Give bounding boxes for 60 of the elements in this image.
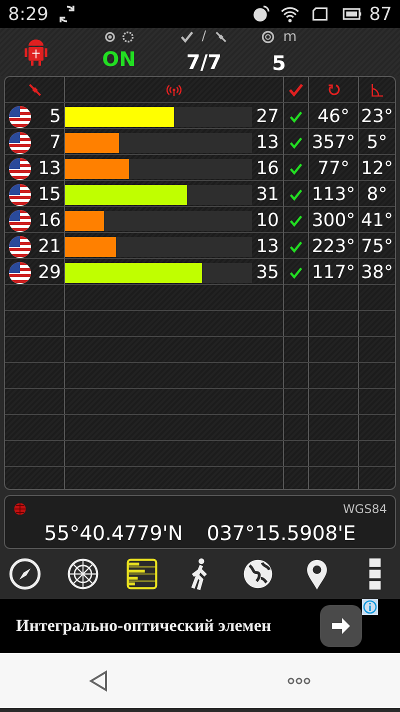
battery-level-text: 87 [369,2,392,26]
accuracy-text: 5 [272,50,286,76]
signal-value-text: 16 [256,157,279,181]
wifi-icon [279,4,302,24]
elevation-text: 12° [361,157,393,181]
slash-text: / [202,28,206,46]
signal-value-text: 35 [256,261,279,285]
signal-value-text: 31 [256,183,279,207]
unit-text: m [283,28,297,46]
signal-value-text: 10 [256,209,279,233]
compass-icon[interactable] [8,557,42,591]
flag-icon [8,208,32,232]
flag-icon [8,156,32,180]
elevation-text: 75° [361,235,393,259]
flag-icon [8,104,32,128]
signal-value-text: 27 [256,105,279,129]
datum-text: WGS84 [342,501,387,518]
fix-status-text: ON [102,46,136,73]
satellite-number-text: 15 [38,183,61,207]
checkmark-icon [288,82,304,98]
crosshair-icon [103,30,117,44]
longitude-text: 037°15.5908'E [206,520,356,547]
elevation-text: 8° [366,183,388,207]
elevation-text: 38° [361,261,393,285]
satellite-number-text: 13 [38,157,61,181]
satellite-icon [214,30,228,44]
signal-chart-icon[interactable] [124,557,159,591]
satellite-number-text: 29 [38,261,61,285]
azimuth-text: 357° [312,131,356,155]
latitude-text: 55°40.4779'N [44,520,183,547]
azimuth-text: 300° [312,209,356,233]
globe-icon [13,502,27,516]
flag-icon [8,234,32,258]
signal-value-text: 13 [256,131,279,155]
azimuth-text: 77° [318,157,350,181]
satellite-number-text: 7 [50,131,61,155]
satellite-number-text: 5 [50,105,61,129]
azimuth-text: 223° [312,235,356,259]
elevation-text: 23° [361,105,393,129]
rotate-icon [326,82,342,98]
flag-icon [8,130,32,154]
arrow-button[interactable] [320,605,362,647]
radar-icon[interactable] [66,557,100,591]
ad-text: Интегрально-оптический элемен [16,615,272,638]
azimuth-text: 113° [312,183,356,207]
flag-icon [8,182,32,206]
clock-text: 8:29 [8,2,48,26]
angle-icon [369,82,385,98]
signal-value-text: 13 [256,235,279,259]
satellite-count-text: 7/7 [186,48,222,76]
elevation-text: 5° [366,131,388,155]
target-icon [261,30,276,44]
satellite-icon [26,82,42,98]
azimuth-text: 46° [318,105,350,129]
elevation-text: 41° [361,209,393,233]
checkmark-icon [180,30,194,44]
satellite-number-text: 21 [38,235,61,259]
azimuth-text: 117° [312,261,356,285]
satellite-number-text: 16 [38,209,61,233]
flag-icon [8,260,32,284]
